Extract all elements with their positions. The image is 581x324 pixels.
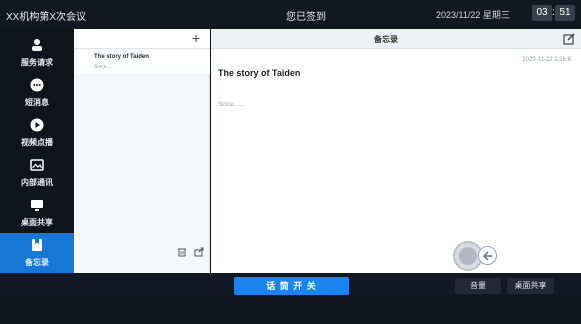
floating-controls [453, 241, 497, 271]
sidebar: 服务请求 短消息 视频点播 内部通讯 桌面共享 备忘录 [0, 29, 74, 273]
add-memo-button[interactable]: + [192, 30, 200, 46]
desktop-share-button[interactable]: 桌面共享 [507, 278, 554, 294]
sidebar-item-label: 桌面共享 [21, 218, 53, 227]
sidebar-item-label: 内部通讯 [21, 178, 53, 187]
meeting-title: XX机构第X次会议 [6, 12, 87, 23]
microphone-toggle-button[interactable]: 话 筒 开 关 [234, 277, 349, 295]
monitor-icon [29, 197, 45, 213]
memo-body[interactable]: Since...... [218, 102, 243, 108]
bottom-bar-strip: 话 筒 开 关 音量 桌面共享 [0, 273, 581, 295]
date-label: 2023/11/22 星期三 [436, 10, 510, 20]
memo-editor-header: 备忘录 [211, 29, 581, 49]
sign-in-status: 您已签到 [286, 12, 326, 23]
floating-ball-inner [459, 247, 477, 265]
person-icon [29, 37, 45, 53]
sidebar-item-messages[interactable]: 短消息 [0, 73, 74, 113]
top-bar: XX机构第X次会议 您已签到 2023/11/22 星期三 03 : 51 [0, 0, 581, 29]
memo-item-title: The story of Taiden [94, 54, 149, 60]
sidebar-item-label: 服务请求 [21, 58, 53, 67]
memo-title[interactable]: The story of Taiden [218, 68, 300, 78]
delete-icon[interactable] [177, 244, 187, 257]
bottom-bar: 话 筒 开 关 音量 桌面共享 [0, 273, 581, 324]
chat-icon [29, 77, 45, 93]
clock-minute: 51 [555, 5, 575, 21]
share-icon[interactable] [194, 244, 204, 257]
sidebar-item-video[interactable]: 视频点播 [0, 113, 74, 153]
sidebar-item-internal-comm[interactable]: 内部通讯 [0, 153, 74, 193]
photo-icon [29, 157, 45, 173]
volume-button[interactable]: 音量 [455, 278, 501, 294]
bookmark-icon [29, 237, 45, 253]
list-item[interactable]: The story of Taiden Since..... [74, 50, 210, 74]
sidebar-item-label: 备忘录 [25, 258, 49, 267]
back-arrow-icon [482, 250, 492, 261]
sidebar-item-label: 短消息 [25, 98, 49, 107]
clock-hour: 03 [532, 5, 552, 21]
back-button[interactable] [478, 246, 497, 265]
page-title: 备忘录 [374, 35, 398, 44]
memo-item-preview: Since..... [94, 64, 114, 70]
sidebar-item-label: 视频点播 [21, 138, 53, 147]
memo-editor: 备忘录 2023-11-22 2:26:6 The story of Taide… [211, 29, 581, 273]
sidebar-item-memo[interactable]: 备忘录 [0, 233, 74, 273]
memo-list-panel: + The story of Taiden Since..... [74, 29, 210, 273]
memo-list-header: + [74, 29, 210, 49]
play-icon [29, 117, 45, 133]
sidebar-item-service-request[interactable]: 服务请求 [0, 33, 74, 73]
edit-icon[interactable] [562, 32, 576, 46]
memo-timestamp: 2023-11-22 2:26:6 [522, 57, 571, 63]
sidebar-item-desktop-share[interactable]: 桌面共享 [0, 193, 74, 233]
